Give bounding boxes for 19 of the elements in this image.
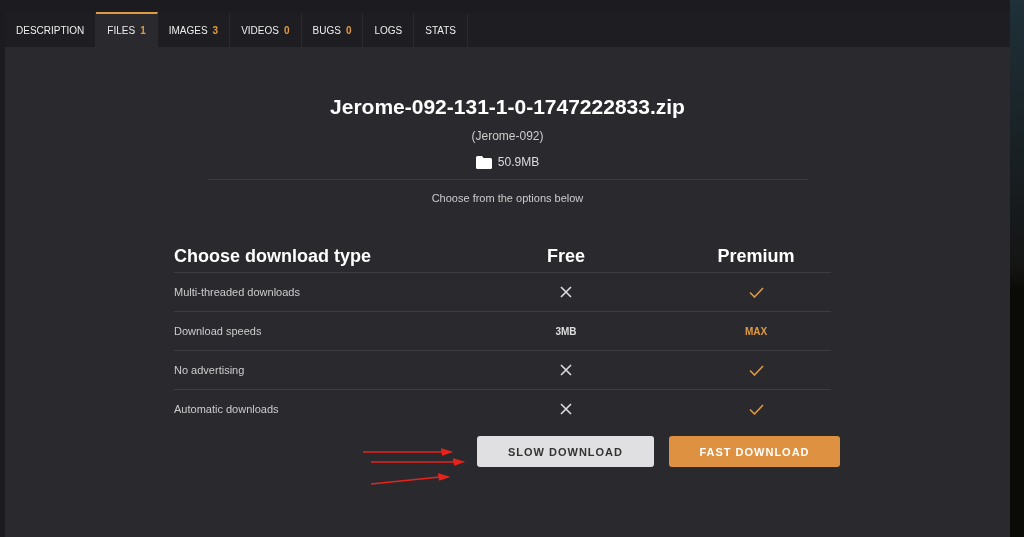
hint-text: Choose from the options below [431,192,584,204]
table-cell: MAX [744,325,768,337]
column-header: Premium [716,245,796,267]
tab-count: 0 [283,25,290,36]
tab[interactable]: FILES 1 [96,12,158,47]
table-cell-text: Automatic downloads [174,403,280,415]
column-header: Free [546,245,586,267]
file-author: (Jerome-092) [471,129,544,143]
file-size: 50.9MB [497,155,540,169]
tab-count: 1 [140,25,146,36]
tab-count: 3 [212,25,219,36]
column-header: Choose download type [174,245,372,267]
table-cell-text: Download speeds [174,325,263,337]
tab-count: 0 [345,25,352,36]
file-name: Jerome-092-131-1-0-1747222833.zip [330,95,685,119]
table-cell: 3MB [555,325,577,337]
table-cell-text: Multi-threaded downloads [174,286,301,298]
table-cell-text: No advertising [174,364,246,376]
slow-download-button[interactable]: SLOW DOWNLOAD [477,436,654,467]
